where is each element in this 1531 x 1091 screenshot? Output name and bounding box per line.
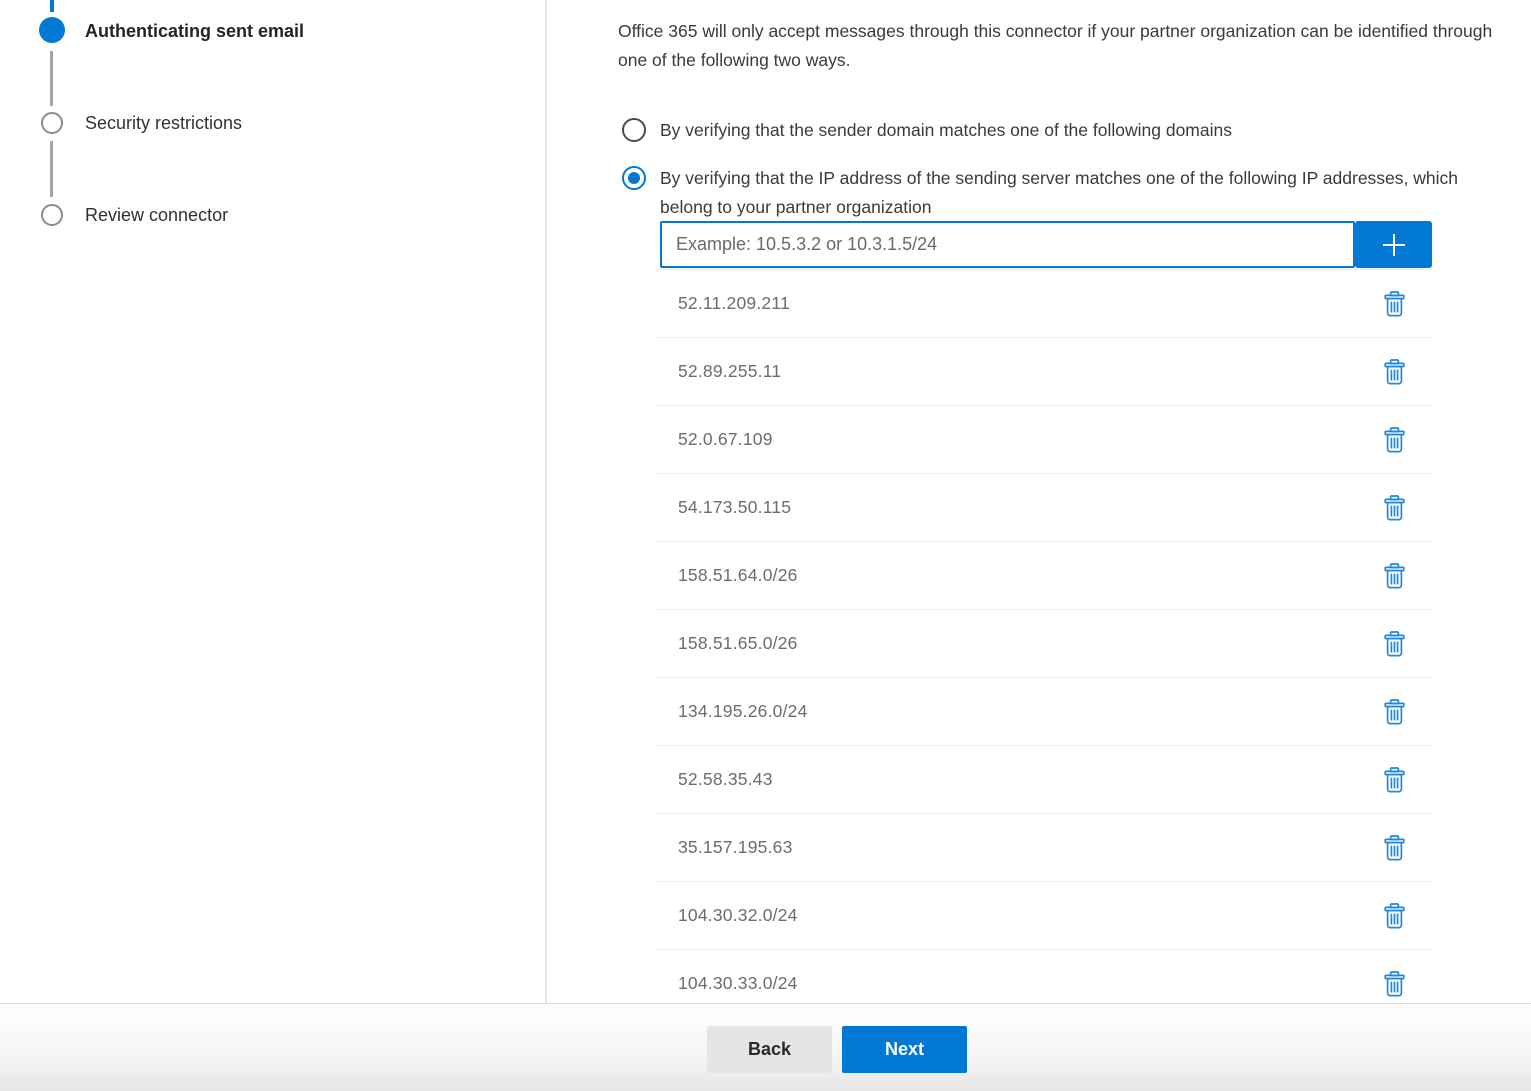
- ip-list-row: 104.30.32.0/24: [655, 882, 1432, 950]
- trash-icon: [1384, 495, 1405, 521]
- ip-list-row: 158.51.64.0/26: [655, 542, 1432, 610]
- delete-ip-button[interactable]: [1378, 899, 1410, 933]
- trash-icon: [1384, 631, 1405, 657]
- wizard-footer: Back Next: [0, 1003, 1531, 1091]
- delete-ip-button[interactable]: [1378, 763, 1410, 797]
- plus-icon: [1379, 230, 1409, 260]
- back-button[interactable]: Back: [707, 1026, 832, 1073]
- radio-button-unselected[interactable]: [622, 118, 646, 142]
- ip-value: 104.30.33.0/24: [655, 973, 798, 994]
- trash-icon: [1384, 359, 1405, 385]
- ip-list-row: 35.157.195.63: [655, 814, 1432, 882]
- ip-address-input[interactable]: [660, 221, 1355, 268]
- ip-value: 158.51.64.0/26: [655, 565, 798, 586]
- delete-ip-button[interactable]: [1378, 831, 1410, 865]
- radio-dot: [628, 172, 640, 184]
- radio-button-selected[interactable]: [622, 166, 646, 190]
- ip-value: 158.51.65.0/26: [655, 633, 798, 654]
- trash-icon: [1384, 699, 1405, 725]
- ip-value: 52.11.209.211: [655, 293, 790, 314]
- trash-icon: [1384, 291, 1405, 317]
- add-ip-button[interactable]: [1355, 221, 1432, 268]
- trash-icon: [1384, 563, 1405, 589]
- trash-icon: [1384, 971, 1405, 997]
- delete-ip-button[interactable]: [1378, 287, 1410, 321]
- ip-list-row: 52.0.67.109: [655, 406, 1432, 474]
- trash-icon: [1384, 427, 1405, 453]
- ip-value: 52.58.35.43: [655, 769, 773, 790]
- ip-list-row: 52.11.209.211: [655, 270, 1432, 338]
- main-content: Office 365 will only accept messages thr…: [0, 0, 1531, 1003]
- page-description: Office 365 will only accept messages thr…: [618, 17, 1526, 74]
- trash-icon: [1384, 767, 1405, 793]
- delete-ip-button[interactable]: [1378, 967, 1410, 1001]
- radio-option-ip-label: By verifying that the IP address of the …: [660, 164, 1472, 222]
- delete-ip-button[interactable]: [1378, 355, 1410, 389]
- ip-list-row: 134.195.26.0/24: [655, 678, 1432, 746]
- ip-list-row: 52.58.35.43: [655, 746, 1432, 814]
- ip-list: 52.11.209.211 52.: [655, 269, 1432, 1018]
- ip-value: 52.0.67.109: [655, 429, 773, 450]
- radio-option-domain-label: By verifying that the sender domain matc…: [660, 116, 1472, 145]
- connector-wizard-page: Authenticating sent email Security restr…: [0, 0, 1531, 1091]
- delete-ip-button[interactable]: [1378, 695, 1410, 729]
- trash-icon: [1384, 835, 1405, 861]
- ip-value: 52.89.255.11: [655, 361, 781, 382]
- delete-ip-button[interactable]: [1378, 423, 1410, 457]
- delete-ip-button[interactable]: [1378, 627, 1410, 661]
- ip-value: 35.157.195.63: [655, 837, 793, 858]
- ip-list-row: 158.51.65.0/26: [655, 610, 1432, 678]
- delete-ip-button[interactable]: [1378, 491, 1410, 525]
- ip-value: 134.195.26.0/24: [655, 701, 808, 722]
- ip-value: 104.30.32.0/24: [655, 905, 798, 926]
- delete-ip-button[interactable]: [1378, 559, 1410, 593]
- ip-list-row: 54.173.50.115: [655, 474, 1432, 542]
- ip-value: 54.173.50.115: [655, 497, 791, 518]
- trash-icon: [1384, 903, 1405, 929]
- next-button[interactable]: Next: [842, 1026, 967, 1073]
- ip-list-row: 52.89.255.11: [655, 338, 1432, 406]
